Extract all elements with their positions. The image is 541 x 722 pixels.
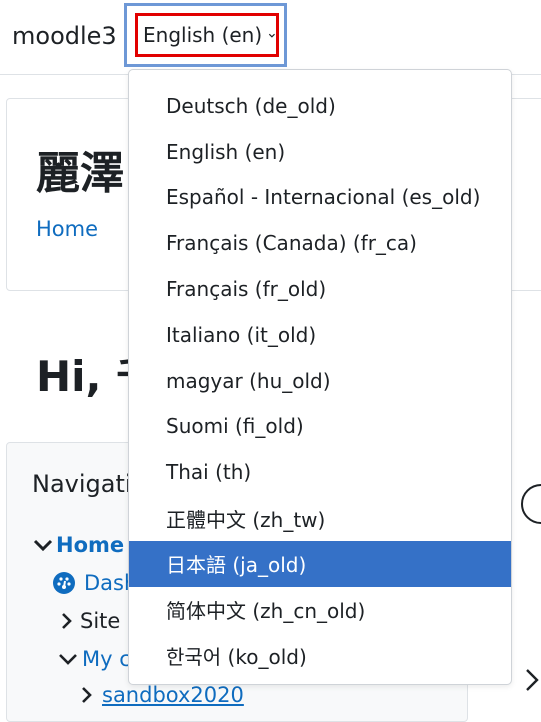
language-option[interactable]: 正體中文 (zh_tw)	[129, 495, 511, 541]
nav-tree-label: Home	[56, 533, 125, 557]
language-dropdown-menu: Deutsch (de_old) English (en) Español - In…	[128, 69, 512, 685]
chevron-down-icon	[269, 33, 276, 38]
language-option[interactable]: Thai (th)	[129, 449, 511, 495]
language-option[interactable]: Français (Canada) (fr_ca)	[129, 220, 511, 266]
language-option[interactable]: Suomi (fi_old)	[129, 404, 511, 450]
chevron-down-icon	[33, 539, 53, 552]
nav-tree-item-home[interactable]: Home	[32, 533, 124, 557]
language-option[interactable]: Italiano (it_old)	[129, 312, 511, 358]
nav-tree-label: sandbox2020	[102, 683, 244, 707]
dashboard-icon	[53, 572, 75, 594]
page-title: 麗澤	[36, 148, 124, 199]
nav-tree-item-sandbox[interactable]: sandbox2020	[80, 683, 244, 707]
chevron-right-icon	[62, 613, 72, 629]
nav-tree-item-dashboard[interactable]: Dash	[52, 571, 137, 595]
nav-tree-label: My c	[82, 647, 131, 671]
language-option[interactable]: 日本語 (ja_old)	[129, 540, 511, 587]
chevron-down-icon	[59, 654, 77, 665]
language-option[interactable]: 한국어 (ko_old)	[129, 633, 511, 679]
site-brand[interactable]: moodle3	[12, 22, 117, 50]
breadcrumb-home-link[interactable]: Home	[36, 217, 98, 241]
language-option[interactable]: Deutsch (de_old)	[129, 83, 511, 129]
circle-icon	[521, 484, 541, 524]
chevron-right-icon[interactable]	[524, 664, 541, 694]
language-option[interactable]: English (en)	[129, 129, 511, 175]
language-option[interactable]: Français (fr_old)	[129, 266, 511, 312]
language-option[interactable]: magyar (hu_old)	[129, 358, 511, 404]
language-toggle-label: English (en)	[143, 23, 263, 47]
chevron-right-icon	[82, 687, 92, 703]
language-option[interactable]: Español - Internacional (es_old)	[129, 175, 511, 221]
language-menu-toggle[interactable]: English (en)	[135, 13, 279, 57]
language-option[interactable]: 简体中文 (zh_cn_old)	[129, 587, 511, 633]
nav-tree-item-my-courses[interactable]: My c	[58, 647, 131, 671]
